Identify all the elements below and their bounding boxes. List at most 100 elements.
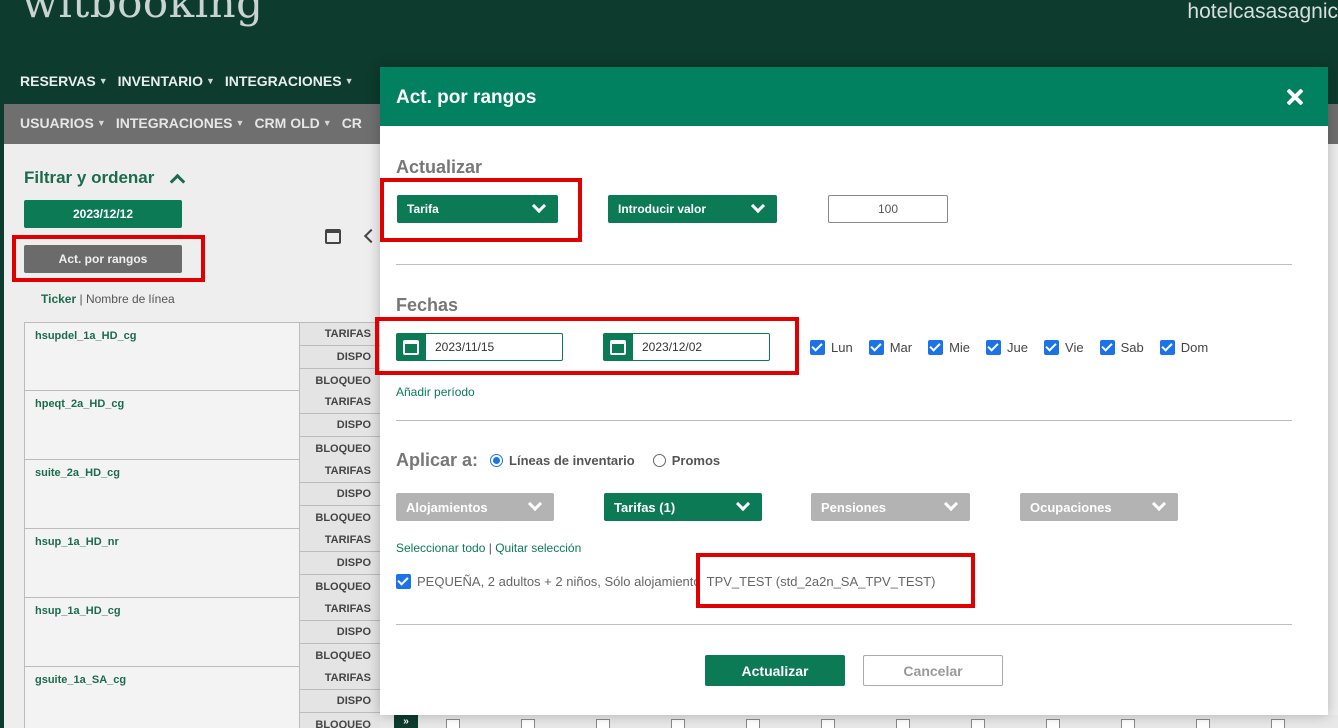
nav-cr[interactable]: CR bbox=[342, 115, 362, 131]
line-item-label: PEQUEÑA, 2 adultos + 2 niños, Sólo aloja… bbox=[417, 574, 701, 589]
caret-down-icon: ▼ bbox=[235, 118, 245, 128]
checkbox-checked-icon[interactable] bbox=[1159, 340, 1175, 355]
nav-inventario[interactable]: INVENTARIO ▼ bbox=[118, 73, 215, 89]
checkbox-checked-icon[interactable] bbox=[928, 340, 944, 355]
inventory-line-name: hsup_1a_HD_cg bbox=[35, 605, 121, 617]
day-checkbox[interactable] bbox=[821, 719, 835, 728]
nav-reservas[interactable]: RESERVAS ▼ bbox=[20, 73, 108, 89]
day-lun[interactable]: Lun bbox=[810, 340, 853, 355]
inventory-line-name: hsupdel_1a_HD_cg bbox=[35, 330, 137, 342]
sort-line-name[interactable]: Nombre de línea bbox=[86, 292, 175, 306]
chevron-down-icon bbox=[527, 496, 543, 512]
row-label: DISPO bbox=[300, 346, 381, 369]
day-checkbox[interactable] bbox=[1271, 719, 1285, 728]
link-separator: | bbox=[488, 541, 492, 555]
day-checkbox[interactable] bbox=[896, 719, 910, 728]
occupancy-select[interactable]: Ocupaciones bbox=[1020, 493, 1178, 521]
row-label: BLOQUEO bbox=[300, 575, 381, 598]
checkbox-checked-icon[interactable] bbox=[396, 574, 411, 589]
checkbox-checked-icon[interactable] bbox=[868, 340, 884, 355]
nav-usuarios[interactable]: USUARIOS ▼ bbox=[20, 115, 106, 131]
day-checkbox[interactable] bbox=[746, 719, 760, 728]
nav-crm-old[interactable]: CRM OLD ▼ bbox=[254, 115, 331, 131]
checkbox-checked-icon[interactable] bbox=[1044, 340, 1060, 355]
weekday-selector: Lun Mar Mie Jue Vie Sab Dom bbox=[810, 340, 1208, 355]
checkbox-checked-icon[interactable] bbox=[1099, 340, 1115, 355]
apply-to-row: Aplicar a: Líneas de inventario Promos bbox=[396, 450, 728, 471]
modal-header: Act. por rangos bbox=[380, 67, 1328, 126]
add-period-link[interactable]: Añadir período bbox=[396, 385, 475, 399]
day-mie[interactable]: Mie bbox=[928, 340, 970, 355]
clear-selection-link[interactable]: Quitar selección bbox=[495, 541, 581, 555]
chevron-down-icon bbox=[735, 496, 751, 512]
cancel-button[interactable]: Cancelar bbox=[863, 655, 1003, 686]
checkbox-checked-icon[interactable] bbox=[986, 340, 1002, 355]
day-jue[interactable]: Jue bbox=[986, 340, 1028, 355]
day-vie[interactable]: Vie bbox=[1044, 340, 1084, 355]
inventory-group: hsupdel_1a_HD_cg TARIFAS DISPO BLOQUEO bbox=[24, 322, 381, 392]
annotation-box bbox=[380, 178, 582, 242]
row-label: DISPO bbox=[300, 552, 381, 575]
radio-inventory-lines-label[interactable]: Líneas de inventario bbox=[509, 453, 635, 468]
sort-ticker[interactable]: Ticker bbox=[41, 292, 76, 306]
sort-separator: | bbox=[79, 292, 83, 306]
primary-nav: RESERVAS ▼ INVENTARIO ▼ INTEGRACIONES ▼ bbox=[20, 73, 354, 89]
day-sab[interactable]: Sab bbox=[1099, 340, 1144, 355]
value-input[interactable] bbox=[828, 195, 948, 223]
inventory-group: suite_2a_HD_cg TARIFAS DISPO BLOQUEO bbox=[24, 460, 381, 529]
row-label: BLOQUEO bbox=[300, 644, 381, 667]
date-button[interactable]: 2023/12/12 bbox=[24, 200, 182, 228]
day-dom[interactable]: Dom bbox=[1159, 340, 1208, 355]
radio-inventory-lines[interactable] bbox=[490, 454, 504, 467]
nav-integraciones[interactable]: INTEGRACIONES ▼ bbox=[225, 73, 354, 89]
day-checkbox[interactable] bbox=[671, 719, 685, 728]
accommodations-select[interactable]: Alojamientos bbox=[396, 493, 554, 521]
checkbox-checked-icon[interactable] bbox=[810, 340, 825, 355]
radio-promos-label[interactable]: Promos bbox=[672, 453, 720, 468]
row-label: BLOQUEO bbox=[300, 437, 381, 460]
day-mar[interactable]: Mar bbox=[868, 340, 912, 355]
board-select[interactable]: Pensiones bbox=[811, 493, 970, 521]
close-icon[interactable] bbox=[1286, 88, 1304, 106]
sort-options: Ticker | Nombre de línea bbox=[41, 292, 175, 306]
day-checkbox[interactable] bbox=[446, 719, 460, 728]
chevron-up-icon bbox=[170, 173, 186, 189]
row-label: BLOQUEO bbox=[300, 506, 381, 529]
inventory-line-name: hpeqt_2a_HD_cg bbox=[35, 398, 125, 410]
select-all-link[interactable]: Seleccionar todo bbox=[396, 541, 485, 555]
annotation-box bbox=[375, 317, 799, 375]
divider bbox=[396, 264, 1292, 265]
rates-select[interactable]: Tarifas (1) bbox=[604, 493, 762, 521]
hotel-name: hotelcasasagnic bbox=[1187, 0, 1338, 23]
filter-sort-toggle[interactable]: Filtrar y ordenar bbox=[24, 168, 186, 189]
divider bbox=[396, 624, 1292, 625]
chevron-down-icon bbox=[1151, 496, 1167, 512]
selection-links: Seleccionar todo | Quitar selección bbox=[396, 541, 581, 555]
radio-promos[interactable] bbox=[652, 454, 666, 467]
mode-select[interactable]: Introducir valor bbox=[608, 195, 777, 223]
day-checkbox[interactable] bbox=[1196, 719, 1210, 728]
nav-integraciones-2[interactable]: INTEGRACIONES ▼ bbox=[116, 115, 245, 131]
day-checkbox[interactable] bbox=[971, 719, 985, 728]
day-checkbox[interactable] bbox=[596, 719, 610, 728]
row-label: DISPO bbox=[300, 414, 381, 437]
update-section-title: Actualizar bbox=[396, 157, 483, 177]
range-update-modal: Act. por rangos Actualizar Tarifa Introd… bbox=[380, 67, 1328, 715]
row-label: TARIFAS bbox=[300, 529, 381, 552]
day-checkbox[interactable] bbox=[521, 719, 535, 728]
modal-title: Act. por rangos bbox=[396, 87, 537, 108]
caret-down-icon: ▼ bbox=[96, 118, 106, 128]
day-checkbox[interactable] bbox=[1046, 719, 1060, 728]
row-label: TARIFAS bbox=[300, 598, 381, 621]
calendar-icon[interactable] bbox=[325, 229, 341, 244]
annotation-box bbox=[12, 235, 205, 282]
inventory-group: hsup_1a_HD_nr TARIFAS DISPO BLOQUEO bbox=[24, 529, 381, 598]
inventory-line-name: hsup_1a_HD_nr bbox=[35, 536, 119, 548]
double-chevron-right-icon[interactable]: » bbox=[394, 715, 418, 728]
day-checkbox[interactable] bbox=[1121, 719, 1135, 728]
caret-down-icon: ▼ bbox=[322, 118, 332, 128]
submit-button[interactable]: Actualizar bbox=[705, 655, 845, 686]
caret-down-icon: ▼ bbox=[205, 76, 215, 86]
caret-down-icon: ▼ bbox=[344, 76, 354, 86]
logo: witbooking bbox=[22, 0, 264, 27]
